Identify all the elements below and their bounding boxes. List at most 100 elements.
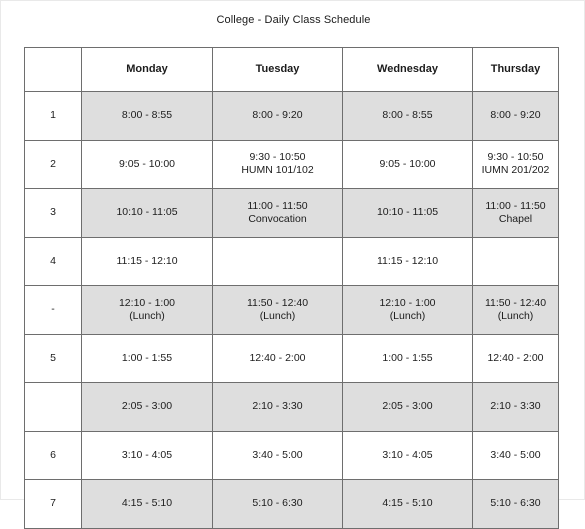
cell-time: 12:40 - 2:00 bbox=[249, 351, 306, 364]
cell-time: 11:00 - 11:50 bbox=[485, 199, 546, 212]
period-number-cell: 2 bbox=[24, 139, 82, 189]
period-number-cell: 7 bbox=[24, 479, 82, 529]
schedule-cell-monday: 9:05 - 10:00 bbox=[81, 139, 213, 189]
period-number-cell: 5 bbox=[24, 333, 82, 383]
cell-time: 1:00 - 1:55 bbox=[121, 351, 173, 364]
schedule-cell-wednesday: 8:00 - 8:55 bbox=[342, 91, 473, 141]
schedule-cell-thursday: 2:10 - 3:30 bbox=[472, 382, 559, 432]
schedule-cell-wednesday: 2:05 - 3:00 bbox=[342, 382, 473, 432]
column-header-thursday: Thursday bbox=[472, 47, 559, 92]
period-number-cell bbox=[24, 382, 82, 432]
schedule-cell-thursday: 5:10 - 6:30 bbox=[472, 479, 559, 529]
cell-time: 4:15 - 5:10 bbox=[382, 497, 433, 510]
cell-time: 8:00 - 8:55 bbox=[121, 109, 173, 122]
table-row: 7 4:15 - 5:10 5:10 - 6:30 4:15 - 5:10 5:10 -… bbox=[24, 479, 559, 529]
schedule-cell-thursday bbox=[472, 236, 559, 286]
cell-note: IUMN 201/202 bbox=[481, 164, 550, 177]
cell-time: 11:00 - 11:50 bbox=[247, 199, 308, 212]
period-number-cell: - bbox=[24, 285, 82, 335]
period-number-cell: 6 bbox=[24, 430, 82, 480]
schedule-cell-monday: 1:00 - 1:55 bbox=[81, 333, 213, 383]
cell-time: 11:15 - 12:10 bbox=[376, 254, 439, 267]
schedule-cell-tuesday: 12:40 - 2:00 bbox=[212, 333, 343, 383]
schedule-cell-monday: 12:10 - 1:00 (Lunch) bbox=[81, 285, 213, 335]
schedule-cell-monday: 8:00 - 8:55 bbox=[81, 91, 213, 141]
cell-time: 8:00 - 9:20 bbox=[490, 109, 541, 122]
schedule-cell-monday: 2:05 - 3:00 bbox=[81, 382, 213, 432]
cell-time: 9:30 - 10:50 bbox=[249, 151, 306, 164]
schedule-cell-tuesday bbox=[212, 236, 343, 286]
schedule-cell-monday: 4:15 - 5:10 bbox=[81, 479, 213, 529]
cell-time: 9:05 - 10:00 bbox=[118, 157, 176, 170]
cell-note: (Lunch) bbox=[259, 309, 296, 322]
cell-time: 9:05 - 10:00 bbox=[379, 157, 436, 170]
table-row: 1 8:00 - 8:55 8:00 - 9:20 8:00 - 8:55 8:00 -… bbox=[24, 91, 559, 141]
cell-time: 5:10 - 6:30 bbox=[252, 497, 303, 510]
cell-time: 3:10 - 4:05 bbox=[121, 448, 173, 461]
schedule-cell-tuesday: 9:30 - 10:50 HUMN 101/102 bbox=[212, 139, 343, 189]
cell-time: 4:15 - 5:10 bbox=[121, 497, 173, 510]
cell-time: 2:05 - 3:00 bbox=[121, 400, 173, 413]
table-row: 2:05 - 3:00 2:10 - 3:30 2:05 - 3:00 2:10 - … bbox=[24, 382, 559, 432]
cell-note: Convocation bbox=[248, 212, 307, 225]
cell-time: 5:10 - 6:30 bbox=[490, 497, 541, 510]
schedule-cell-thursday: 12:40 - 2:00 bbox=[472, 333, 559, 383]
cell-time: 11:15 - 12:10 bbox=[116, 254, 178, 267]
cell-time: 2:10 - 3:30 bbox=[252, 400, 303, 413]
period-number-cell: 4 bbox=[24, 236, 82, 286]
cell-note: (Lunch) bbox=[497, 309, 534, 322]
column-header-tuesday: Tuesday bbox=[212, 47, 343, 92]
column-header-wednesday: Wednesday bbox=[342, 47, 473, 92]
cell-time: 3:40 - 5:00 bbox=[490, 448, 541, 461]
cell-note: (Lunch) bbox=[389, 309, 426, 322]
schedule-cell-wednesday: 9:05 - 10:00 bbox=[342, 139, 473, 189]
cell-time: 2:05 - 3:00 bbox=[382, 400, 433, 413]
schedule-cell-tuesday: 2:10 - 3:30 bbox=[212, 382, 343, 432]
schedule-cell-wednesday: 3:10 - 4:05 bbox=[342, 430, 473, 480]
period-number-cell: 3 bbox=[24, 188, 82, 238]
table-row: 6 3:10 - 4:05 3:40 - 5:00 3:10 - 4:05 3:40 -… bbox=[24, 430, 559, 480]
cell-time: 8:00 - 8:55 bbox=[382, 109, 433, 122]
table-row: 3 10:10 - 11:05 11:00 - 11:50 Convocation 10… bbox=[24, 188, 559, 238]
schedule-cell-tuesday: 3:40 - 5:00 bbox=[212, 430, 343, 480]
schedule-cell-wednesday: 10:10 - 11:05 bbox=[342, 188, 473, 238]
cell-time: 3:40 - 5:00 bbox=[252, 448, 303, 461]
schedule-table-container: Monday Tuesday Wednesday Thursday 1 8:00 … bbox=[24, 47, 559, 529]
schedule-cell-wednesday: 4:15 - 5:10 bbox=[342, 479, 473, 529]
cell-time: 9:30 - 10:50 bbox=[487, 151, 544, 164]
cell-time: 8:00 - 9:20 bbox=[252, 109, 303, 122]
table-row: -12:10 - 1:00 (Lunch) 11:50 - 12:40 (Lunch)… bbox=[24, 285, 559, 335]
schedule-cell-wednesday: 11:15 - 12:10 bbox=[342, 236, 473, 286]
schedule-cell-wednesday: 1:00 - 1:55 bbox=[342, 333, 473, 383]
table-row: 2 9:05 - 10:00 9:30 - 10:50 HUMN 101/102 9:0… bbox=[24, 139, 559, 189]
cell-time: 12:10 - 1:00 bbox=[379, 296, 436, 309]
schedule-cell-thursday: 9:30 - 10:50 IUMN 201/202 bbox=[472, 139, 559, 189]
schedule-cell-thursday: 3:40 - 5:00 bbox=[472, 430, 559, 480]
schedule-cell-monday: 11:15 - 12:10 bbox=[81, 236, 213, 286]
table-header-row: Monday Tuesday Wednesday Thursday bbox=[24, 47, 559, 92]
column-header-period bbox=[24, 47, 82, 92]
schedule-cell-wednesday: 12:10 - 1:00 (Lunch) bbox=[342, 285, 473, 335]
period-number-cell: 1 bbox=[24, 91, 82, 141]
table-row: 4 11:15 - 12:10 11:15 - 12:10 bbox=[24, 236, 559, 286]
cell-note: Chapel bbox=[498, 212, 533, 225]
schedule-cell-tuesday: 8:00 - 9:20 bbox=[212, 91, 343, 141]
schedule-cell-thursday: 8:00 - 9:20 bbox=[472, 91, 559, 141]
schedule-cell-thursday: 11:50 - 12:40 (Lunch) bbox=[472, 285, 559, 335]
table-body: 1 8:00 - 8:55 8:00 - 9:20 8:00 - 8:55 8:00 -… bbox=[24, 91, 559, 529]
column-header-monday: Monday bbox=[81, 47, 213, 92]
schedule-cell-tuesday: 11:00 - 11:50 Convocation bbox=[212, 188, 343, 238]
table-row: 5 1:00 - 1:55 12:40 - 2:00 1:00 - 1:55 12:40… bbox=[24, 333, 559, 383]
cell-time: 2:10 - 3:30 bbox=[490, 400, 541, 413]
cell-time: 11:50 - 12:40 bbox=[484, 296, 547, 309]
cell-time: 12:40 - 2:00 bbox=[487, 351, 544, 364]
schedule-cell-tuesday: 11:50 - 12:40 (Lunch) bbox=[212, 285, 343, 335]
cell-time: 10:10 - 11:05 bbox=[376, 206, 439, 219]
cell-note: (Lunch) bbox=[129, 309, 165, 322]
page-title: College - Daily Class Schedule bbox=[216, 14, 371, 26]
cell-note: HUMN 101/102 bbox=[241, 164, 314, 177]
cell-time: 10:10 - 11:05 bbox=[116, 206, 178, 219]
schedule-cell-monday: 10:10 - 11:05 bbox=[81, 188, 213, 238]
schedule-cell-tuesday: 5:10 - 6:30 bbox=[212, 479, 343, 529]
schedule-page: College - Daily Class Schedule Monday Tu… bbox=[0, 0, 585, 529]
